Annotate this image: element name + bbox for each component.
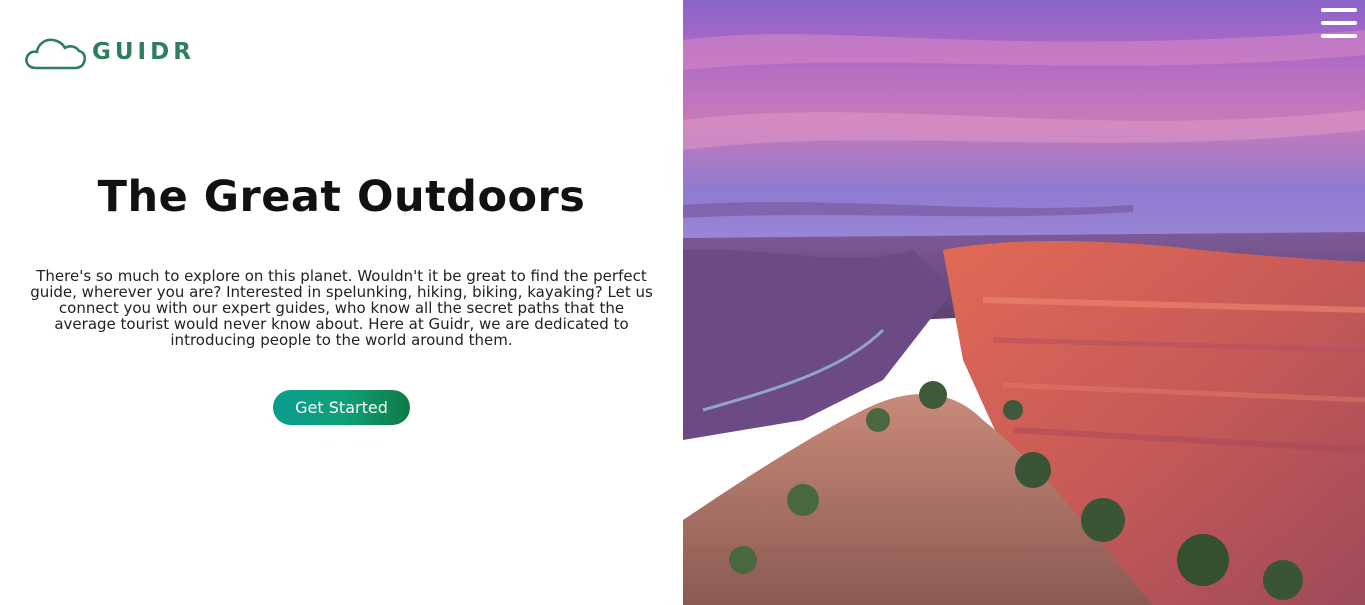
left-panel: GUIDR The Great Outdoors There's so much… [0, 0, 683, 605]
brand-logo[interactable]: GUIDR [24, 33, 195, 71]
brand-name: GUIDR [92, 39, 195, 65]
hamburger-menu-icon[interactable] [1321, 7, 1357, 39]
menu-bar [1321, 21, 1357, 25]
get-started-button[interactable]: Get Started [273, 390, 410, 425]
menu-bar [1321, 34, 1357, 38]
cloud-icon [24, 33, 86, 71]
menu-bar [1321, 8, 1357, 12]
hero-description: There's so much to explore on this plane… [30, 267, 653, 349]
canyon-landscape-image [683, 0, 1365, 605]
hero-title: The Great Outdoors [97, 172, 586, 222]
